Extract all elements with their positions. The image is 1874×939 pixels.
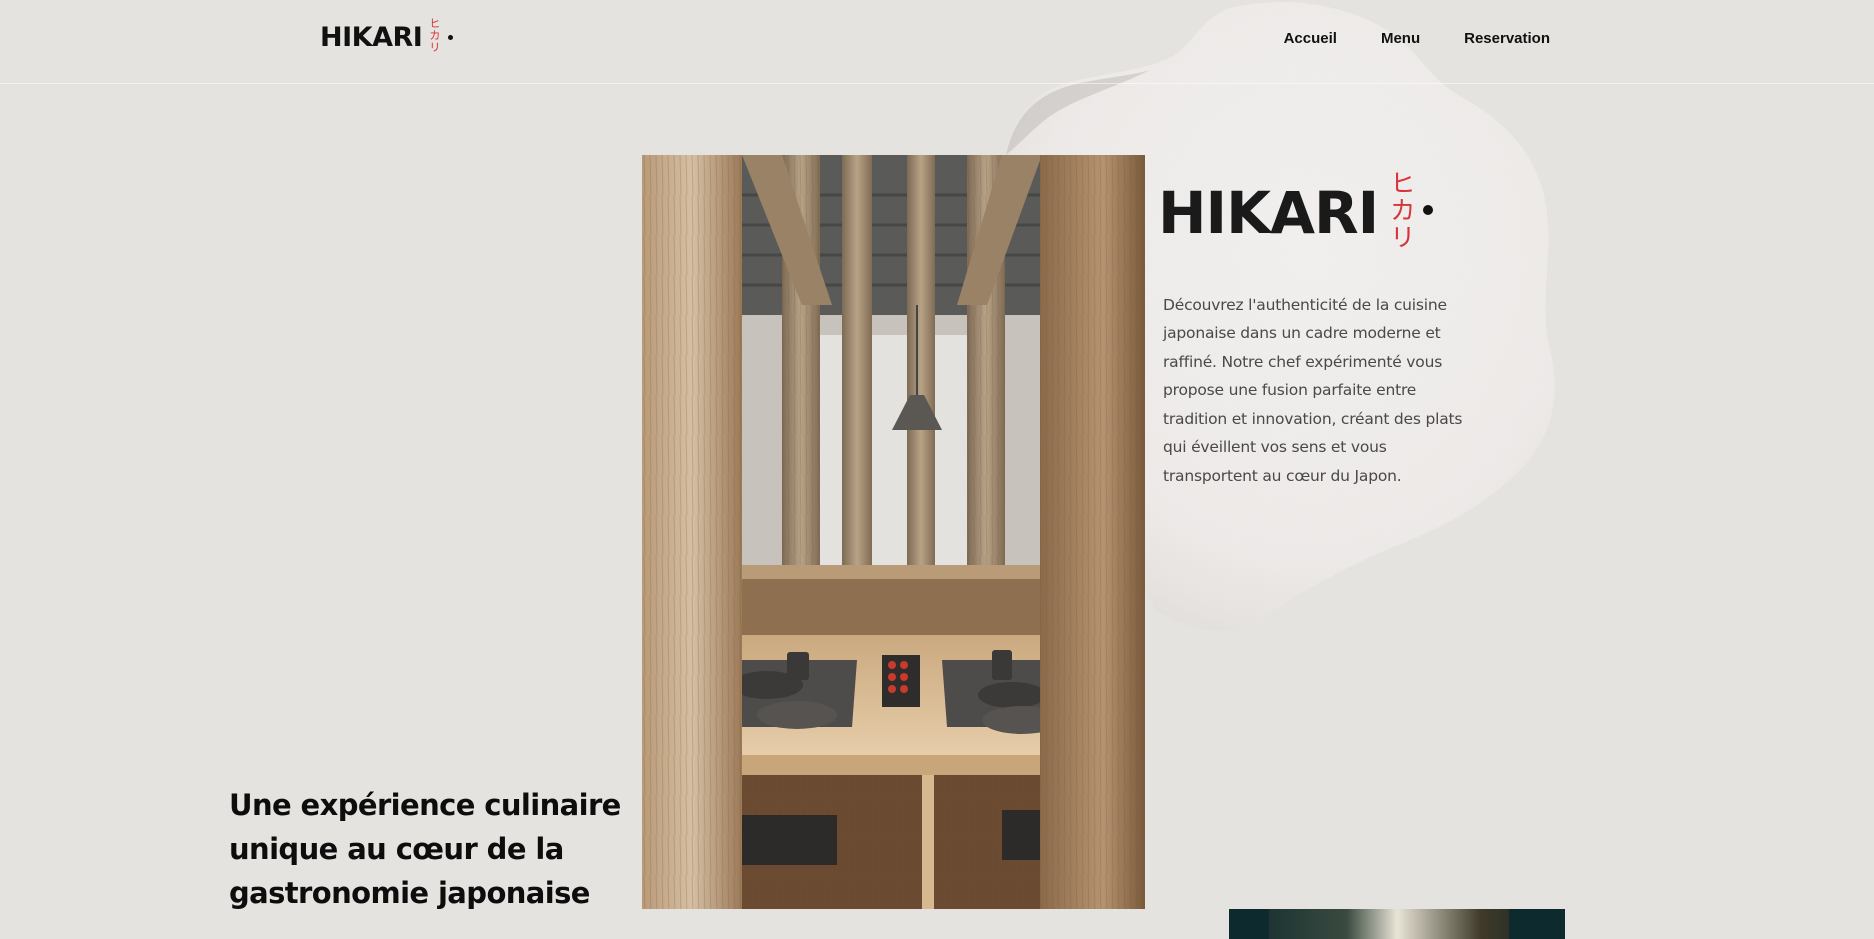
secondary-image xyxy=(1229,909,1565,939)
nav-menu-link[interactable]: Menu xyxy=(1381,30,1420,47)
hero-headline: Une expérience culinaire unique au cœur … xyxy=(229,788,621,911)
intro-paragraph: Découvrez l'authenticité de la cuisine j… xyxy=(1163,295,1463,485)
hero-logo-kana: ヒ カ リ xyxy=(1390,169,1416,252)
secondary-image-illustration xyxy=(1229,909,1565,939)
logo-dot xyxy=(448,35,454,40)
logo-wordmark: HIKARI xyxy=(320,22,423,53)
hero-logo: HIKARI ヒ カ リ xyxy=(1158,169,1434,252)
main-nav: Accueil Menu Reservation xyxy=(1284,30,1550,47)
nav-reservation-link[interactable]: Reservation xyxy=(1464,30,1550,47)
nav-accueil-link[interactable]: Accueil xyxy=(1284,30,1337,47)
hero-logo-dot xyxy=(1423,205,1434,215)
site-header: HIKARI ヒ カ リ Accueil Menu Reservation xyxy=(0,0,1874,84)
hero-logo-wordmark: HIKARI xyxy=(1158,179,1379,247)
logo-kana: ヒ カ リ xyxy=(429,17,441,54)
header-logo[interactable]: HIKARI ヒ カ リ xyxy=(320,17,454,54)
